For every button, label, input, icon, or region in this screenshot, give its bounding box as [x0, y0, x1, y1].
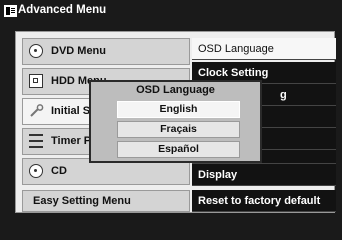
setting-label: g: [280, 89, 287, 101]
setting-label: Clock Setting: [198, 67, 269, 79]
language-option-english[interactable]: English: [117, 101, 240, 118]
menu-book-icon: [4, 5, 17, 17]
language-option-francais[interactable]: Fraçais: [117, 121, 240, 138]
easy-setting-label: Easy Setting Menu: [33, 195, 131, 207]
setting-label: Reset to factory default: [198, 195, 321, 207]
wrench-icon: [29, 104, 44, 118]
menu-item-label: DVD Menu: [51, 45, 106, 57]
menu-item-label: CD: [51, 165, 67, 177]
cd-icon: [29, 164, 43, 178]
window-title: Advanced Menu: [18, 4, 107, 16]
osd-language-popup: OSD Language English Fraçais Español: [89, 80, 262, 163]
setting-reset-factory[interactable]: Reset to factory default: [192, 190, 336, 212]
language-option-espanol[interactable]: Español: [117, 141, 240, 158]
popup-title: OSD Language: [136, 84, 215, 96]
setting-osd-language[interactable]: OSD Language: [192, 38, 336, 60]
setting-display[interactable]: Display: [192, 164, 336, 186]
hdd-icon: [29, 74, 43, 88]
menu-item-dvd[interactable]: DVD Menu: [22, 38, 190, 65]
setting-label: OSD Language: [198, 43, 274, 55]
setting-label: Display: [198, 169, 238, 181]
title-bar: Advanced Menu: [0, 0, 342, 22]
timer-list-icon: [29, 134, 43, 148]
disc-icon: [29, 44, 43, 58]
easy-setting-menu-button[interactable]: Easy Setting Menu: [22, 190, 190, 212]
